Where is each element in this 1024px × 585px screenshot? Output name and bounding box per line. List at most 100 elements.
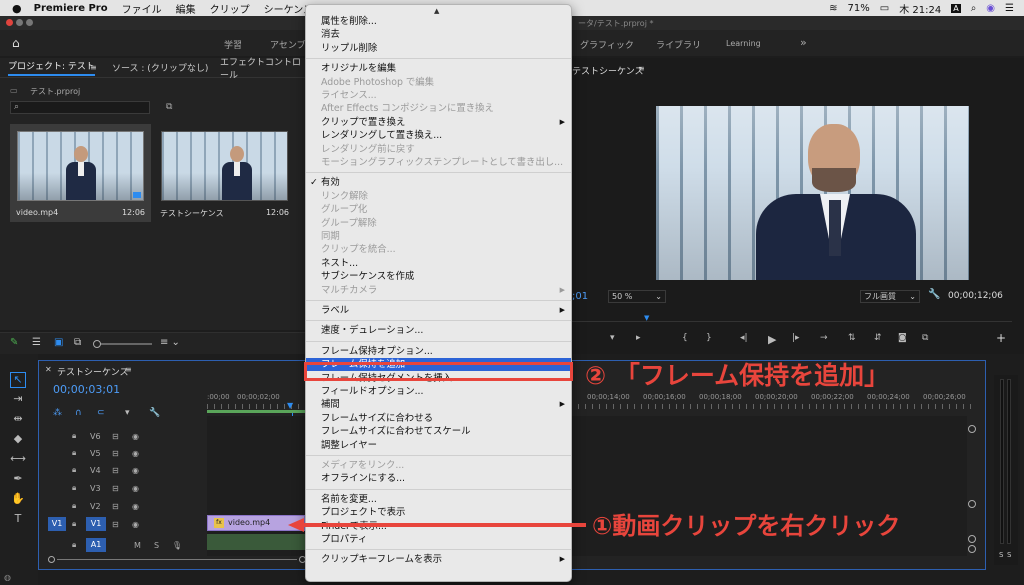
pencil-icon[interactable]: ✎ [10, 337, 18, 348]
siri-icon[interactable]: ◉ [986, 3, 995, 14]
list-view-icon[interactable]: ☰ [32, 337, 41, 348]
menu-item[interactable]: リップル削除 [306, 42, 571, 55]
menu-item[interactable]: 消去 [306, 28, 571, 41]
menu-item[interactable]: オリジナルを編集 [306, 62, 571, 75]
program-monitor-tab[interactable]: テストシーケンス [572, 64, 644, 77]
lift-icon[interactable]: → [820, 333, 828, 343]
program-timecode-left[interactable]: ;01 [572, 291, 588, 302]
slip-tool-icon[interactable]: ⟷ [10, 452, 26, 468]
go-to-out-icon[interactable]: } [706, 333, 712, 343]
apple-icon[interactable]: ● [12, 2, 22, 15]
lock-icon[interactable]: 🔒︎ [72, 519, 76, 529]
menu-item[interactable]: クリップで置き換え ▶ [306, 116, 571, 129]
sync-lock-icon[interactable]: ⊟ [112, 449, 119, 458]
menu-item[interactable]: 名前を変更... [306, 493, 571, 506]
track-header-v6[interactable]: 🔒︎ V6 ⊟ ◉ [40, 427, 205, 445]
zoom-window-icon[interactable] [26, 19, 33, 26]
menu-item[interactable]: プロパティ [306, 533, 571, 546]
eye-icon[interactable]: ◉ [132, 432, 139, 441]
vertical-scroll-handle[interactable] [968, 500, 976, 508]
tab-menu-icon[interactable]: ≡ [90, 63, 97, 72]
track-select-tool-icon[interactable]: ⇥ [10, 392, 26, 408]
lock-icon[interactable]: 🔒︎ [72, 431, 76, 441]
insert-icon[interactable]: ⇅ [848, 333, 856, 343]
mark-out-icon[interactable]: ▸ [636, 333, 641, 343]
pen-tool-icon[interactable]: ✒ [10, 472, 26, 488]
track-header-v2[interactable]: 🔒︎ V2 ⊟ ◉ [40, 497, 205, 515]
add-button-icon[interactable]: + [996, 331, 1006, 345]
workspace-tab-learning[interactable]: Learning [726, 39, 761, 48]
track-header-v3[interactable]: 🔒︎ V3 ⊟ ◉ [40, 479, 205, 497]
scroll-up-arrow-icon[interactable]: ▲ [434, 7, 439, 15]
compare-icon[interactable]: ⧉ [922, 333, 928, 343]
track-header-v1[interactable]: V1 🔒︎ V1 ⊟ ◉ [40, 515, 205, 533]
home-icon[interactable]: ⌂ [12, 36, 20, 50]
wrench-icon[interactable]: 🔧 [928, 289, 940, 300]
close-window-icon[interactable] [6, 19, 13, 26]
nest-icon[interactable]: ⁂ [53, 408, 62, 418]
sync-lock-icon[interactable]: ⊟ [112, 520, 119, 529]
menu-item[interactable]: 調整レイヤー [306, 439, 571, 452]
sync-lock-icon[interactable]: ⊟ [112, 466, 119, 475]
meter-solo-left[interactable]: S [999, 551, 1003, 559]
workspace-tab-learn[interactable]: 学習 [224, 38, 242, 51]
microphone-icon[interactable]: 🎙︎ [172, 541, 182, 550]
tab-menu-icon[interactable]: ≡ [125, 365, 132, 374]
audio-clip[interactable] [207, 534, 305, 550]
battery-icon[interactable]: ▭ [880, 3, 889, 14]
ripple-edit-tool-icon[interactable]: ⇹ [10, 412, 26, 428]
play-icon[interactable]: ▶ [768, 333, 776, 346]
tab-project[interactable]: プロジェクト: テスト [8, 59, 95, 76]
project-item-sequence[interactable]: テストシーケンス 12:06 [154, 124, 295, 222]
battery-percent[interactable]: 71% [848, 3, 870, 14]
close-tab-icon[interactable]: ✕ [45, 365, 52, 374]
menu-item[interactable]: オフラインにする... [306, 472, 571, 485]
snap-icon[interactable]: ∩ [75, 408, 82, 418]
minimize-window-icon[interactable] [16, 19, 23, 26]
tab-effect-controls[interactable]: エフェクトコントロール [220, 55, 305, 81]
menu-item[interactable]: 属性を削除... [306, 15, 571, 28]
workspace-tab-assembly[interactable]: アセンブ [270, 38, 306, 51]
eye-icon[interactable]: ◉ [132, 449, 139, 458]
source-patch-v1[interactable]: V1 [48, 517, 66, 531]
workspace-tab-libraries[interactable]: ライブラリ [656, 38, 701, 51]
vertical-scroll-handle[interactable] [968, 425, 976, 433]
playhead-icon[interactable]: ▼ [287, 401, 293, 410]
menubar-app[interactable]: Premiere Pro [34, 3, 108, 14]
eye-icon[interactable]: ◉ [132, 466, 139, 475]
adobe-icon[interactable]: A [951, 3, 961, 13]
menu-item[interactable]: ✓ 有効 [306, 176, 571, 189]
tab-source[interactable]: ソース : (クリップなし) [112, 61, 208, 74]
workspace-tab-graphics[interactable]: グラフィック [580, 38, 634, 51]
menu-item[interactable]: サブシーケンスを作成 [306, 270, 571, 283]
wrench-icon[interactable]: 🔧 [149, 408, 160, 418]
step-back-icon[interactable]: ◂| [740, 333, 748, 343]
menu-item[interactable]: クリップキーフレームを表示 ▶ [306, 553, 571, 566]
menu-item[interactable]: フレーム保持オプション... [306, 345, 571, 358]
zoom-slider[interactable] [93, 340, 152, 348]
menubar-clip[interactable]: クリップ [210, 1, 250, 16]
project-item-video[interactable]: video.mp4 12:06 [10, 124, 151, 222]
lock-icon[interactable]: 🔒︎ [72, 501, 76, 511]
overwrite-icon[interactable]: ⇵ [874, 333, 882, 343]
razor-tool-icon[interactable]: ◆ [10, 432, 26, 448]
mark-in-icon[interactable]: ▾ [610, 333, 615, 343]
workspace-more-button[interactable]: » [800, 36, 807, 49]
meter-solo-right[interactable]: S [1007, 551, 1011, 559]
icon-view-icon[interactable]: ▣ [54, 337, 63, 348]
hand-tool-icon[interactable]: ✋ [10, 492, 26, 508]
project-search-input[interactable]: ⌕ [10, 101, 150, 114]
wifi-icon[interactable]: ≋ [829, 3, 837, 14]
mute-button[interactable]: M [134, 541, 141, 550]
timeline-timecode[interactable]: 00;00;03;01 [53, 383, 120, 396]
type-tool-icon[interactable]: T [10, 512, 26, 528]
menubar-edit[interactable]: 編集 [176, 1, 196, 16]
search-icon[interactable]: ⌕ [971, 3, 977, 14]
sync-lock-icon[interactable]: ⊟ [112, 432, 119, 441]
go-to-in-icon[interactable]: { [682, 333, 688, 343]
menu-item[interactable]: フレームサイズに合わせる [306, 412, 571, 425]
freeform-view-icon[interactable]: ⧉ [74, 337, 81, 348]
selection-tool-icon[interactable]: ↖ [10, 372, 26, 388]
program-scrubber[interactable]: ▼ [572, 314, 1012, 322]
control-center-icon[interactable]: ☰ [1005, 3, 1014, 14]
